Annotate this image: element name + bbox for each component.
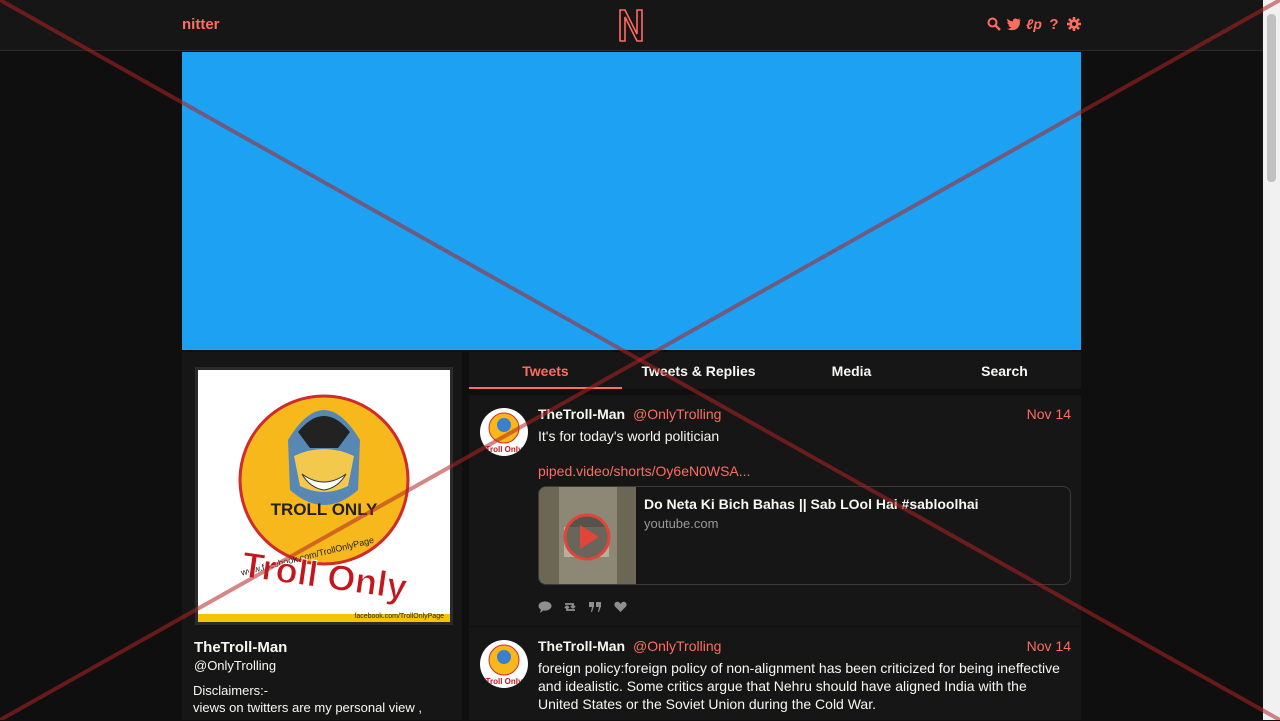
tweet-fullname[interactable]: TheTroll-Man — [538, 638, 625, 654]
card-destination: youtube.com — [644, 516, 719, 531]
profile-bio: Disclaimers:- views on twitters are my p… — [193, 683, 423, 715]
timeline: Troll Only TheTroll-Man @OnlyTrolling No… — [469, 395, 1081, 720]
tab-search[interactable]: Search — [928, 352, 1081, 389]
comment-icon[interactable] — [538, 600, 552, 613]
timeline-tabs: Tweets Tweets & Replies Media Search — [469, 352, 1081, 389]
navbar: nitter ℓp ? — [0, 0, 1263, 51]
tweet-text: foreign policy:foreign policy of non-ali… — [538, 660, 1060, 712]
heart-icon[interactable] — [613, 600, 627, 613]
twitter-icon[interactable] — [1007, 16, 1021, 32]
tweet-header: TheTroll-Man @OnlyTrolling Nov 14 — [538, 638, 1071, 654]
search-icon[interactable] — [987, 16, 1001, 32]
troll-only-logo: TROLL ONLY www.facebook.com/TrollOnlyPag… — [238, 394, 410, 608]
rss-icon[interactable]: ℓp — [1026, 16, 1042, 32]
tweet-link[interactable]: piped.video/shorts/Oy6eN0WSA... — [538, 463, 750, 479]
tweet-avatar[interactable]: Troll Only — [480, 640, 528, 688]
profile-username[interactable]: @OnlyTrolling — [194, 658, 276, 673]
scrollbar-thumb[interactable] — [1267, 14, 1276, 182]
svg-text:TROLL ONLY: TROLL ONLY — [271, 500, 378, 519]
tweet[interactable]: Troll Only TheTroll-Man @OnlyTrolling No… — [469, 395, 1081, 625]
tweet-fullname[interactable]: TheTroll-Man — [538, 406, 625, 422]
svg-text:Troll Only: Troll Only — [486, 677, 523, 686]
svg-text:Troll Only: Troll Only — [486, 445, 523, 454]
tweet-text: It's for today's world politician — [538, 428, 720, 444]
link-card[interactable]: Do Neta Ki Bich Bahas || Sab LOol Hai #s… — [538, 486, 1071, 585]
tweet-avatar[interactable]: Troll Only — [480, 408, 528, 456]
tweet-stats — [538, 600, 627, 613]
avatar-strip: facebook.com/TrollOnlyPage — [198, 613, 450, 622]
tweet-date[interactable]: Nov 14 — [1027, 638, 1071, 654]
card-thumbnail — [539, 487, 636, 584]
profile-banner — [182, 52, 1081, 350]
scrollbar[interactable] — [1263, 0, 1280, 720]
tweet-date[interactable]: Nov 14 — [1027, 406, 1071, 422]
quote-icon[interactable] — [588, 600, 602, 613]
nav-icons: ℓp ? — [987, 16, 1081, 33]
tab-tweets-replies[interactable]: Tweets & Replies — [622, 352, 775, 389]
card-title: Do Neta Ki Bich Bahas || Sab LOol Hai #s… — [644, 496, 979, 512]
tweet-username[interactable]: @OnlyTrolling — [633, 638, 721, 654]
help-icon[interactable]: ? — [1047, 16, 1061, 33]
retweet-icon[interactable] — [563, 600, 577, 613]
nitter-logo-icon[interactable] — [617, 8, 645, 42]
brand-link[interactable]: nitter — [182, 16, 220, 33]
tab-tweets[interactable]: Tweets — [469, 352, 622, 389]
tweet-username[interactable]: @OnlyTrolling — [633, 406, 721, 422]
profile-avatar[interactable]: TROLL ONLY www.facebook.com/TrollOnlyPag… — [195, 367, 453, 625]
tweet[interactable]: Troll Only TheTroll-Man @OnlyTrolling No… — [469, 626, 1081, 721]
profile-fullname[interactable]: TheTroll-Man — [194, 639, 287, 656]
tab-media[interactable]: Media — [775, 352, 928, 389]
gear-icon[interactable] — [1067, 16, 1081, 32]
tweet-header: TheTroll-Man @OnlyTrolling Nov 14 — [538, 406, 1071, 422]
